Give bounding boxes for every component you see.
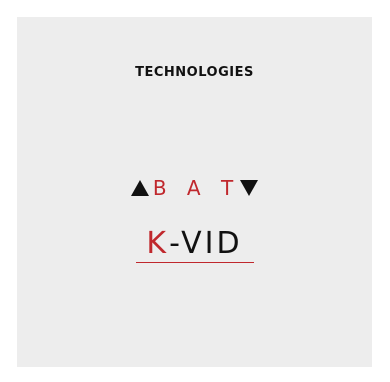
triangle-down-icon (240, 180, 259, 196)
abat-logo[interactable]: B A T (17, 177, 372, 199)
kvid-wordmark: K -VID (146, 229, 242, 259)
kvid-underline (135, 262, 254, 263)
kvid-logo-rest: -VID (169, 226, 243, 261)
section-heading: TECHNOLOGIES (135, 65, 254, 80)
kvid-logo[interactable]: K -VID (17, 229, 372, 263)
technologies-card: TECHNOLOGIES B A T K -VID (17, 17, 372, 367)
kvid-logo-k: K (146, 226, 170, 261)
abat-logo-text: B A T (152, 176, 241, 200)
triangle-up-icon (130, 180, 149, 196)
